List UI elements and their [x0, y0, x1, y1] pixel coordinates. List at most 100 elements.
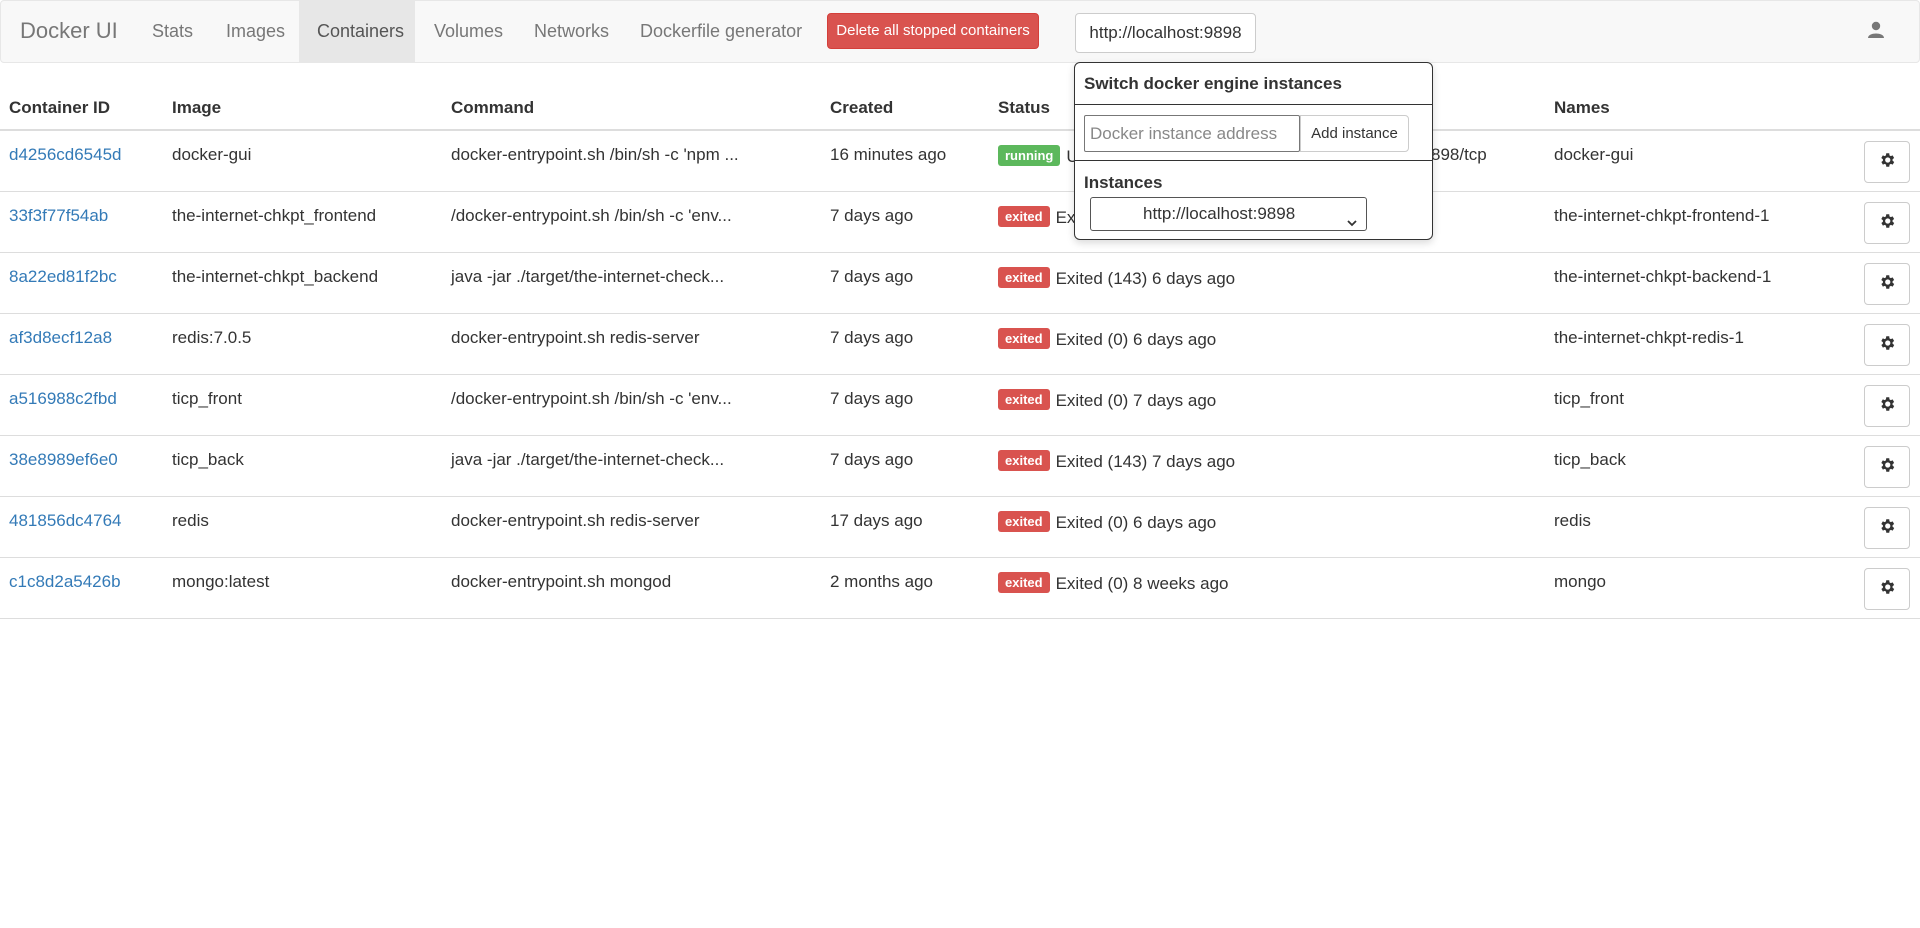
container-status: exited Exited (143) 6 days ago — [998, 267, 1235, 289]
nav-link-volumes[interactable]: Volumes — [416, 1, 521, 62]
container-status: exited Exit — [998, 206, 1084, 228]
instance-select-value: http://localhost:9898 — [1143, 204, 1296, 223]
popover-title: Switch docker engine instances — [1075, 63, 1432, 105]
container-id-link[interactable]: 33f3f77f54ab — [9, 206, 108, 226]
container-id-link[interactable]: 38e8989ef6e0 — [9, 450, 118, 470]
nav-link-images[interactable]: Images — [208, 1, 303, 62]
container-image: redis:7.0.5 — [172, 328, 252, 347]
gear-icon — [1878, 395, 1896, 418]
header-names: Names — [1554, 98, 1610, 117]
container-created: 17 days ago — [830, 511, 923, 530]
container-created: 7 days ago — [830, 328, 914, 347]
switch-instance-popover: Switch docker engine instances Add insta… — [1074, 62, 1433, 240]
container-names: the-internet-chkpt-backend-1 — [1554, 267, 1772, 286]
container-names: mongo — [1554, 572, 1606, 591]
container-id-link[interactable]: c1c8d2a5426b — [9, 572, 121, 592]
container-id-link[interactable]: 8a22ed81f2bc — [9, 267, 117, 287]
header-status: Status — [998, 98, 1050, 117]
container-names: ticp_front — [1554, 389, 1624, 408]
gear-icon — [1878, 517, 1896, 540]
container-id-link[interactable]: af3d8ecf12a8 — [9, 328, 112, 348]
table-row: 33f3f77f54ab the-internet-chkpt_frontend /… — [0, 192, 1920, 253]
gear-icon — [1878, 578, 1896, 601]
container-names: ticp_back — [1554, 450, 1626, 469]
table-row: d4256cd6545d docker-gui docker-entrypoint.… — [0, 131, 1920, 192]
nav-link-containers[interactable]: Containers — [299, 1, 415, 62]
container-status: exited Exited (0) 8 weeks ago — [998, 572, 1229, 594]
gear-icon — [1878, 334, 1896, 357]
status-text: Exited (143) 6 days ago — [1055, 269, 1236, 288]
container-created: 7 days ago — [830, 267, 914, 286]
container-command: java -jar ./target/the-internet-check... — [451, 450, 725, 469]
container-actions-button[interactable] — [1864, 263, 1910, 305]
gear-icon — [1878, 212, 1896, 235]
status-badge: exited — [998, 511, 1050, 532]
status-badge: exited — [998, 328, 1050, 349]
popover-divider — [1075, 160, 1432, 161]
status-badge: exited — [998, 389, 1050, 410]
container-id-link[interactable]: a516988c2fbd — [9, 389, 117, 409]
header-container-id: Container ID — [9, 98, 111, 117]
status-text: Exited (0) 7 days ago — [1055, 391, 1217, 410]
nav-link-stats[interactable]: Stats — [134, 1, 211, 62]
docker-host-button[interactable]: http://localhost:9898 — [1075, 13, 1256, 53]
add-instance-button[interactable]: Add instance — [1300, 115, 1409, 152]
user-icon[interactable] — [1867, 21, 1885, 39]
gear-icon — [1878, 456, 1896, 479]
status-text: Exited (0) 8 weeks ago — [1055, 574, 1229, 593]
status-text: Exited (143) 7 days ago — [1055, 452, 1236, 471]
container-actions-button[interactable] — [1864, 324, 1910, 366]
container-image: mongo:latest — [172, 572, 270, 591]
container-created: 7 days ago — [830, 389, 914, 408]
container-id-link[interactable]: d4256cd6545d — [9, 145, 122, 165]
status-badge: running — [998, 145, 1061, 166]
container-command: docker-entrypoint.sh redis-server — [451, 328, 700, 347]
instance-select[interactable]: http://localhost:9898 — [1090, 197, 1367, 231]
container-status: exited Exited (0) 6 days ago — [998, 328, 1216, 350]
container-status: exited Exited (0) 7 days ago — [998, 389, 1216, 411]
container-id-link[interactable]: 481856dc4764 — [9, 511, 122, 531]
chevron-down-icon — [1346, 208, 1358, 240]
brand-logo[interactable]: Docker UI — [20, 18, 118, 44]
container-command: /docker-entrypoint.sh /bin/sh -c 'env... — [451, 206, 732, 225]
table-row: 38e8989ef6e0 ticp_back java -jar ./target/… — [0, 436, 1920, 497]
container-actions-button[interactable] — [1864, 507, 1910, 549]
container-image: ticp_back — [172, 450, 244, 469]
container-actions-button[interactable] — [1864, 202, 1910, 244]
nav-link-networks[interactable]: Networks — [516, 1, 627, 62]
container-command: /docker-entrypoint.sh /bin/sh -c 'env... — [451, 389, 732, 408]
table-row: c1c8d2a5426b mongo:latest docker-entrypoin… — [0, 558, 1920, 619]
delete-stopped-containers-button[interactable]: Delete all stopped containers — [827, 13, 1039, 49]
table-row: af3d8ecf12a8 redis:7.0.5 docker-entrypoint… — [0, 314, 1920, 375]
container-names: the-internet-chkpt-redis-1 — [1554, 328, 1744, 347]
status-badge: exited — [998, 450, 1050, 471]
container-command: docker-entrypoint.sh mongod — [451, 572, 672, 591]
container-names: redis — [1554, 511, 1591, 530]
status-text: Exited (0) 6 days ago — [1055, 513, 1217, 532]
container-created: 2 months ago — [830, 572, 934, 591]
table-row: a516988c2fbd ticp_front/docker-entrypoint… — [0, 375, 1920, 436]
status-badge: exited — [998, 267, 1050, 288]
table-row: 8a22ed81f2bc the-internet-chkpt_backend ja… — [0, 253, 1920, 314]
container-actions-button[interactable] — [1864, 385, 1910, 427]
header-command: Command — [451, 98, 535, 117]
nav-link-dockerfile-generator[interactable]: Dockerfile generator — [622, 1, 820, 62]
container-created: 7 days ago — [830, 206, 914, 225]
container-names: the-internet-chkpt-frontend-1 — [1554, 206, 1770, 225]
container-ports: 898/tcp — [1431, 145, 1487, 164]
container-created: 7 days ago — [830, 450, 914, 469]
instance-address-input[interactable] — [1084, 115, 1300, 152]
header-image: Image — [172, 98, 222, 117]
container-command: java -jar ./target/the-internet-check... — [451, 267, 725, 286]
container-command: docker-entrypoint.sh redis-server — [451, 511, 700, 530]
gear-icon — [1878, 273, 1896, 296]
container-actions-button[interactable] — [1864, 446, 1910, 488]
container-actions-button[interactable] — [1864, 141, 1910, 183]
table-header: Container ID Image Command Created Statu… — [0, 62, 1920, 131]
table-row: 481856dc4764 redis docker-entrypoint.sh re… — [0, 497, 1920, 558]
container-actions-button[interactable] — [1864, 568, 1910, 610]
container-command: docker-entrypoint.sh /bin/sh -c 'npm ... — [451, 145, 739, 164]
container-image: redis — [172, 511, 209, 530]
container-image: the-internet-chkpt_backend — [172, 267, 379, 286]
header-created: Created — [830, 98, 894, 117]
